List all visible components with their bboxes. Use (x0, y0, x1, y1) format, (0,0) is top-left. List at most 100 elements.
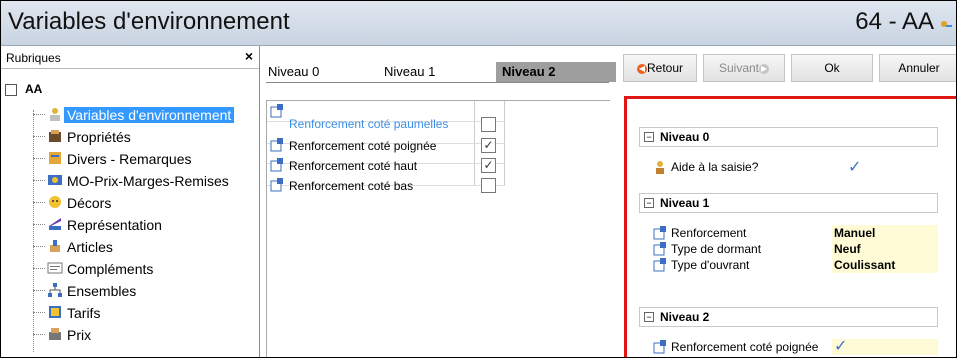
representation-icon (49, 218, 61, 230)
annuler-button[interactable]: Annuler (879, 54, 956, 82)
variable-icon (653, 242, 666, 256)
row-checkbox[interactable]: ✓ (481, 138, 496, 153)
variable-icon (270, 178, 283, 192)
prix-icon (49, 328, 61, 340)
row-label: Renforcement coté haut (289, 159, 418, 173)
row-checkbox[interactable] (481, 117, 496, 132)
variable-icon (653, 258, 666, 272)
variable-icon (270, 138, 283, 152)
tab-niveau-2[interactable]: Niveau 2 (496, 62, 616, 82)
tab-niveau-1[interactable]: Niveau 1 (384, 64, 435, 79)
tree-item-articles[interactable]: Articles (33, 236, 259, 258)
row-label: Renforcement coté paumelles (289, 117, 449, 131)
section-title: Niveau 1 (660, 196, 710, 210)
variables-grid-panel: Niveau 0 Niveau 1 Niveau 2 Renforcement … (260, 46, 616, 357)
tab-niveau-0[interactable]: Niveau 0 (268, 64, 319, 79)
collapse-icon[interactable]: − (644, 132, 654, 142)
tree-item-label: Divers - Remarques (67, 151, 192, 167)
section-niveau-1[interactable]: − Niveau 1 (639, 193, 938, 213)
prop-value[interactable]: Coulissant (832, 257, 938, 273)
root-checkbox[interactable] (5, 84, 17, 96)
tree-item-ensembles[interactable]: Ensembles (33, 280, 259, 302)
prop-renforcement[interactable]: Renforcement Manuel (653, 225, 938, 241)
forward-arrow-icon: ▶ (759, 63, 770, 74)
environment-icon (50, 108, 60, 121)
prop-aide-saisie[interactable]: Aide à la saisie? ✓ (653, 159, 936, 176)
variable-icon (270, 158, 283, 172)
window-title: Variables d'environnement (8, 8, 290, 35)
rubriques-panel: Rubriques × AA Variables d'environnement… (1, 46, 260, 357)
checkmark-icon: ✓ (848, 159, 862, 176)
decor-icon (49, 196, 61, 208)
row-checkbox[interactable] (481, 178, 496, 193)
prop-value[interactable]: Neuf (832, 241, 938, 257)
tree-root-label: AA (25, 82, 43, 96)
level-tabs: Niveau 0 Niveau 1 Niveau 2 (266, 62, 616, 83)
row-checkbox[interactable]: ✓ (481, 158, 496, 173)
record-code: 64 - AA (855, 8, 934, 35)
variable-icon (653, 226, 666, 240)
ensembles-icon (48, 283, 62, 297)
grid-row[interactable]: Renforcement coté haut ✓ (267, 155, 497, 175)
prop-renforcement-poignee[interactable]: Renforcement coté poignée ✓ (653, 339, 938, 355)
section-niveau-2[interactable]: − Niveau 2 (639, 307, 938, 327)
prop-value[interactable]: Manuel (832, 225, 938, 241)
prop-type-dormant[interactable]: Type de dormant Neuf (653, 241, 938, 257)
row-label: Renforcement coté poignée (289, 139, 437, 153)
tree-item-proprietes[interactable]: Propriétés (33, 126, 259, 148)
row-label: Renforcement coté bas (289, 179, 414, 193)
help-person-icon (656, 161, 664, 174)
tree-item-variables-environnement[interactable]: Variables d'environnement (33, 104, 259, 126)
prop-label: Renforcement coté poignée (671, 340, 819, 354)
rubriques-title: Rubriques (6, 51, 61, 65)
tree-item-label: Tarifs (67, 305, 101, 321)
tree-item-prix[interactable]: Prix (33, 324, 259, 346)
variables-grid: Renforcement coté paumelles Renforcement… (266, 100, 610, 357)
grid-row[interactable]: Renforcement coté paumelles (267, 101, 497, 132)
tree-item-tarifs[interactable]: Tarifs (33, 302, 259, 324)
tree-item-label: Ensembles (67, 283, 137, 299)
collapse-icon[interactable]: − (644, 312, 654, 322)
prop-type-ouvrant[interactable]: Type d'ouvrant Coulissant (653, 257, 938, 273)
section-title: Niveau 0 (660, 130, 710, 144)
tree-item-complements[interactable]: Compléments (33, 258, 259, 280)
tree-item-label: Représentation (67, 217, 162, 233)
annuler-label: Annuler (898, 61, 940, 75)
complements-icon (47, 262, 63, 274)
grid-row[interactable]: Renforcement coté poignée ✓ (267, 135, 497, 155)
ok-label: Ok (824, 61, 840, 75)
tree-item-label: Compléments (67, 261, 154, 277)
section-title: Niveau 2 (660, 310, 710, 324)
tree-item-mo-prix-marges-remises[interactable]: MO-Prix-Marges-Remises (33, 170, 259, 192)
highlighted-properties: − Niveau 0 Aide à la saisie? ✓ − Niveau … (624, 96, 956, 357)
grid-row[interactable]: Renforcement coté bas (267, 175, 497, 195)
tree-item-label: Décors (67, 195, 112, 211)
prop-label: Renforcement (671, 226, 747, 240)
tree-item-divers-remarques[interactable]: Divers - Remarques (33, 148, 259, 170)
variable-icon (653, 340, 666, 354)
section-niveau-0[interactable]: − Niveau 0 (639, 127, 938, 147)
properties-panel: ◀ Retour Suivant ▶ Ok Annuler − Niveau 0 A… (617, 46, 956, 357)
variable-icon (270, 104, 283, 118)
tree-item-decors[interactable]: Décors (33, 192, 259, 214)
prop-label: Type d'ouvrant (671, 258, 750, 272)
tree-item-representation[interactable]: Représentation (33, 214, 259, 236)
tree-item-label: Articles (67, 239, 113, 255)
retour-button[interactable]: ◀ Retour (623, 54, 697, 82)
checkmark-icon[interactable]: ✓ (832, 339, 938, 355)
tarifs-icon (49, 306, 61, 318)
back-arrow-icon: ◀ (636, 63, 647, 74)
tree-item-label: Propriétés (67, 129, 131, 145)
tree-item-label: Prix (67, 327, 92, 343)
tree-item-label: MO-Prix-Marges-Remises (67, 173, 229, 189)
main-window: Variables d'environnement 64 - AA Rubriq… (0, 0, 957, 358)
suivant-button[interactable]: Suivant ▶ (703, 54, 785, 82)
properties-icon (49, 130, 61, 142)
retour-label: Retour (646, 61, 684, 75)
tree-item-label: Variables d'environnement (64, 107, 235, 123)
close-icon[interactable]: × (245, 48, 253, 64)
collapse-icon[interactable]: − (644, 198, 654, 208)
title-bar: Variables d'environnement 64 - AA (1, 1, 956, 46)
notes-icon (49, 152, 61, 164)
ok-button[interactable]: Ok (791, 54, 873, 82)
